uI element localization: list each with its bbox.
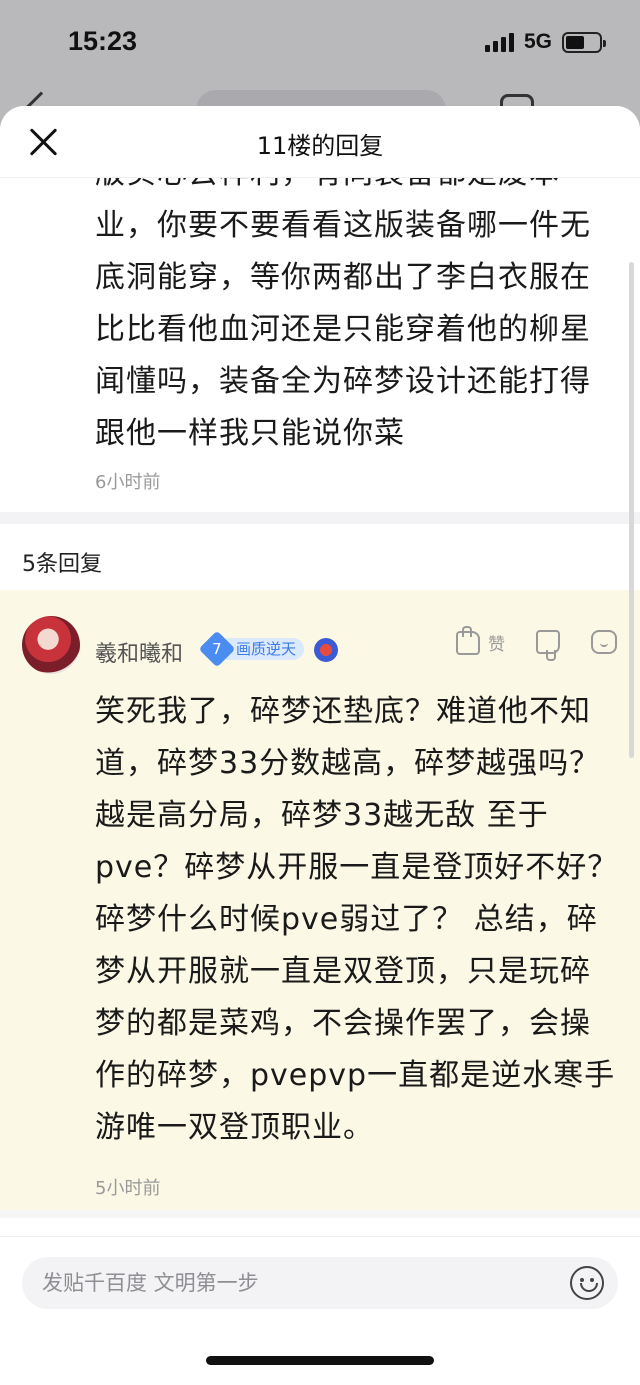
reply-username[interactable]: 羲和曦和	[95, 636, 183, 668]
like-label: 赞	[488, 635, 505, 655]
card-divider	[0, 1210, 640, 1218]
status-indicators: 5G	[484, 30, 606, 54]
status-bar: 15:23 5G	[0, 0, 640, 88]
level-number: 7	[198, 630, 236, 668]
reply-count: 5条回复	[22, 552, 102, 577]
status-time: 15:23	[68, 26, 138, 56]
sheet-header: 11楼的回复	[0, 106, 640, 178]
network-label: 5G	[523, 30, 552, 53]
comment-button[interactable]	[591, 630, 617, 654]
thumb-up-icon	[456, 625, 480, 655]
medal-icon	[314, 638, 338, 662]
reply-text: 笑死我了，碎梦还垫底？难道他不知道，碎梦33分数越高，碎梦越强吗？越是高分局，碎…	[95, 694, 619, 1145]
reply-sheet: 11楼的回复 版实心去样利，有同装备都是废本业，你要不要看看这版装备哪一件无底洞…	[0, 106, 640, 1385]
signal-icon	[484, 32, 514, 52]
reply-input-container[interactable]	[22, 1257, 618, 1309]
avatar[interactable]	[22, 616, 80, 674]
sheet-title: 11楼的回复	[256, 132, 384, 160]
main-post-time: 6小时前	[95, 472, 161, 493]
thumb-down-icon	[536, 630, 560, 661]
main-post-text: 版实心去样利，有同装备都是废本业，你要不要看看这版装备哪一件无底洞能穿，等你两都…	[95, 156, 591, 451]
dislike-button[interactable]	[536, 630, 560, 661]
home-indicator	[206, 1356, 434, 1365]
battery-icon	[562, 31, 606, 53]
reply-item: 羲和曦和 7 画质逆天 赞 笑死我了，碎梦还垫底？难道他不知道，碎梦33分数越高…	[0, 590, 640, 1210]
main-post: 版实心去样利，有同装备都是废本业，你要不要看看这版装备哪一件无底洞能穿，等你两都…	[0, 156, 640, 512]
reply-input[interactable]	[42, 1257, 562, 1309]
emoji-icon[interactable]	[570, 1266, 604, 1300]
level-badge: 7 画质逆天	[198, 630, 305, 668]
comment-icon	[591, 630, 617, 654]
scrollbar[interactable]	[629, 262, 634, 758]
level-title: 画质逆天	[226, 638, 305, 660]
section-divider	[0, 512, 640, 524]
reply-time: 5小时前	[95, 1178, 161, 1199]
like-button[interactable]: 赞	[456, 625, 505, 655]
